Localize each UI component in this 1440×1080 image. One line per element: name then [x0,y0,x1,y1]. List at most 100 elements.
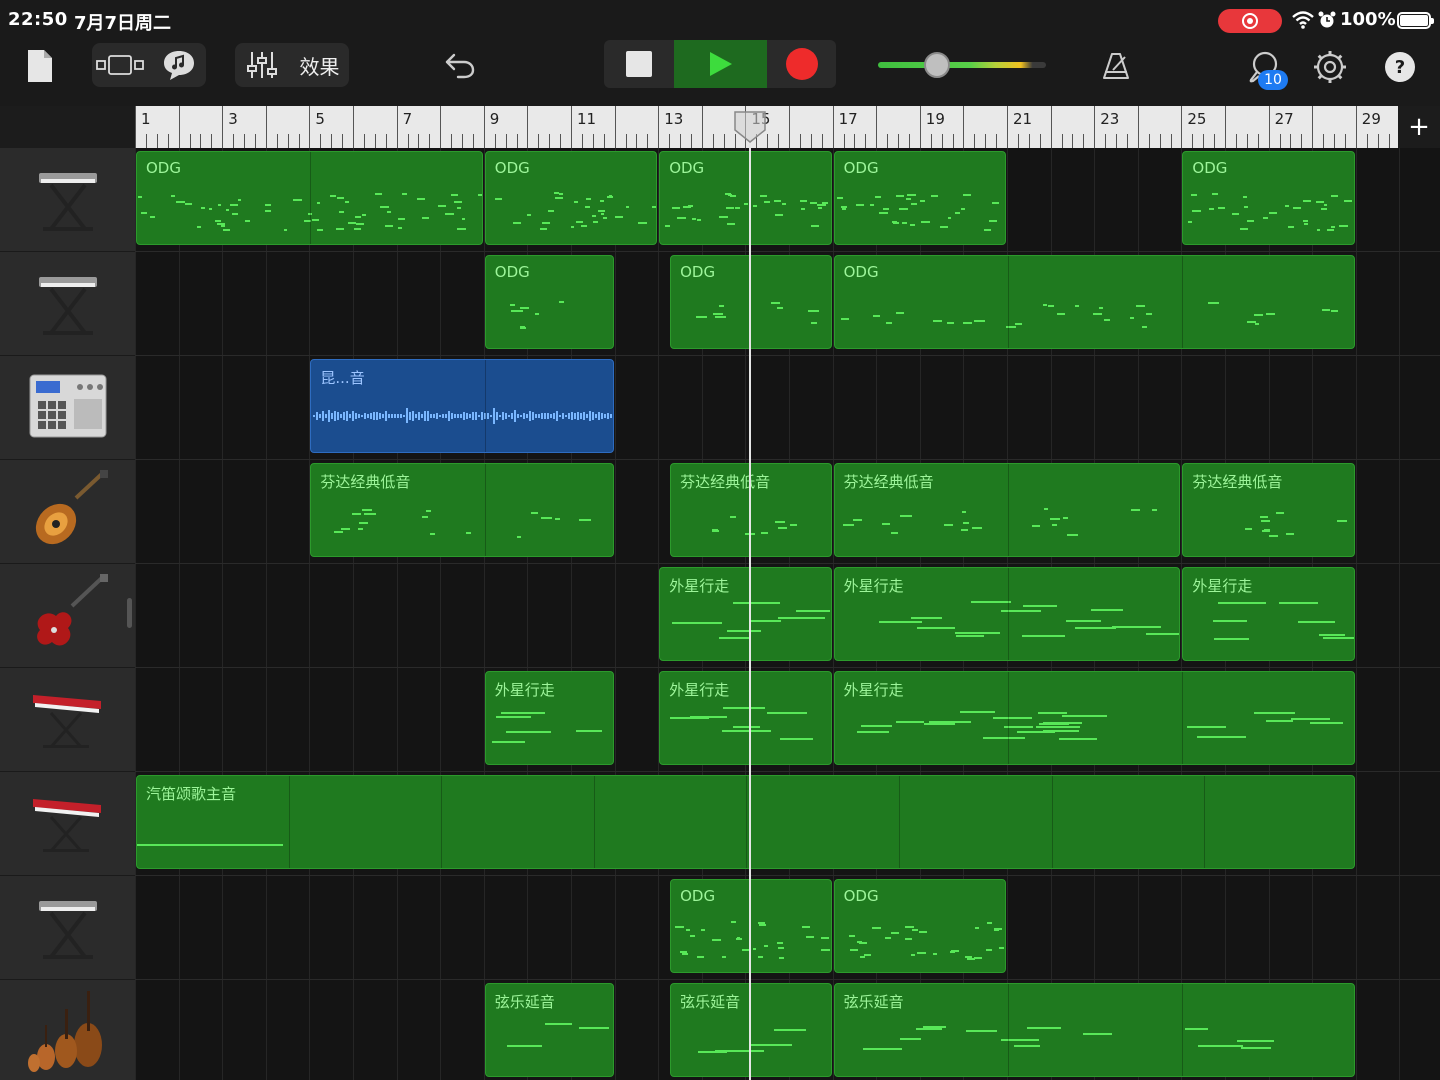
midi-region[interactable]: ODG [833,151,1006,245]
midi-note [715,939,722,942]
audio-waveform-bar [457,413,460,419]
ruler-beat-tick [167,134,169,148]
ruler-bar-number: 19 [925,110,945,128]
my-songs-button[interactable] [20,46,60,86]
track-header[interactable] [0,356,135,460]
loops-count-badge: 10 [1258,70,1288,90]
ruler-beat-tick [1083,134,1085,148]
midi-region[interactable]: ODG [659,151,832,245]
audio-waveform-bar [511,413,514,419]
track-header[interactable] [0,772,135,876]
volume-knob[interactable] [923,52,950,78]
midi-region[interactable]: 外星行走 [833,567,1181,661]
midi-region[interactable]: ODG [1182,151,1355,245]
screen-record-icon[interactable] [1218,9,1282,33]
ruler-bar-tick [571,106,572,148]
midi-note [697,956,704,959]
midi-note [687,205,693,208]
track-header[interactable] [0,668,135,772]
track-header[interactable] [0,876,135,980]
ruler-beat-tick [1159,134,1161,148]
arrangement-area[interactable]: ODG ODG ODG ODG ODG ODG ODG ODG 昆...音 芬达经典低音 芬达经典低… [135,148,1440,1080]
midi-region[interactable]: ODG [484,255,614,349]
toolbar: 效果 10 ? [0,40,1440,106]
track-header[interactable] [0,460,135,564]
midi-note [1000,610,1042,613]
midi-region[interactable]: 外星行走 [484,671,614,765]
midi-note [904,925,914,928]
midi-note [680,951,687,954]
effects-button[interactable]: 效果 [290,43,349,87]
midi-note [721,956,727,959]
loop-browser-button[interactable]: 10 [1238,44,1290,90]
audio-region[interactable]: 昆...音 [310,359,614,453]
midi-region[interactable]: 芬达经典低音 [833,463,1181,557]
midi-region[interactable]: 汽笛颂歌主音 [136,775,1355,869]
ruler-bar-number: 3 [228,110,238,128]
audio-waveform-bar [388,414,391,418]
midi-note [1239,228,1249,231]
track-view-button[interactable] [92,43,148,87]
region-name: 昆...音 [320,369,365,387]
add-section-button[interactable]: + [1398,106,1440,148]
midi-note [974,319,986,322]
mixer-button[interactable] [235,43,289,87]
audio-waveform-bar [493,408,496,424]
midi-region[interactable]: 芬达经典低音 [1182,463,1355,557]
midi-region[interactable]: 外星行走 [833,671,1355,765]
midi-region[interactable]: 外星行走 [659,671,832,765]
ruler-beat-tick [930,134,932,148]
midi-region[interactable]: 芬达经典低音 [310,463,614,557]
record-button[interactable] [767,40,836,88]
audio-waveform-bar [514,410,517,422]
midi-region[interactable]: ODG [833,255,1355,349]
midi-note [575,730,603,733]
ruler-bar-tick [832,106,834,148]
midi-note [863,1047,902,1050]
midi-region[interactable]: ODG [136,151,483,245]
midi-note [1243,206,1248,209]
midi-note [245,219,251,222]
metronome-button[interactable] [1094,46,1138,86]
track-header[interactable] [0,148,135,252]
region-name: 外星行走 [669,577,730,595]
midi-note [965,955,973,958]
track-header[interactable] [0,564,135,668]
midi-region[interactable]: ODG [833,879,1006,973]
audio-waveform-bar [547,412,550,420]
midi-note [761,532,768,535]
midi-region[interactable]: 弦乐延音 [833,983,1355,1077]
help-button[interactable]: ? [1380,45,1420,89]
midi-note [1266,720,1293,723]
stop-button[interactable] [604,40,674,88]
midi-region[interactable]: 弦乐延音 [484,983,614,1077]
midi-note [264,203,271,206]
track-header[interactable] [0,980,135,1080]
audio-waveform-bar [442,414,445,418]
midi-note [918,952,926,955]
track-header[interactable] [0,252,135,356]
midi-note [918,931,927,934]
midi-note [726,206,734,209]
audio-waveform-bar [379,413,382,419]
master-volume-slider[interactable] [872,50,1066,80]
audio-waveform-bar [508,414,511,418]
midi-note [1057,313,1066,316]
ruler-beat-tick [592,134,594,148]
smart-controls-button[interactable] [152,43,206,87]
ruler-beat-tick [1203,134,1205,148]
settings-button[interactable] [1308,45,1352,89]
play-button[interactable] [674,40,767,88]
midi-note [947,321,954,324]
midi-note [625,206,629,209]
midi-region[interactable]: 外星行走 [1182,567,1355,661]
midi-region[interactable]: ODG [484,151,658,245]
playhead-handle[interactable] [733,110,767,144]
track-header-resize-handle[interactable] [127,598,132,628]
midi-region[interactable]: 外星行走 [659,567,832,661]
undo-button[interactable] [438,45,482,85]
midi-note [910,224,915,227]
region-name: 弦乐延音 [494,993,555,1011]
midi-note [513,222,522,225]
audio-waveform-bar [433,414,436,418]
